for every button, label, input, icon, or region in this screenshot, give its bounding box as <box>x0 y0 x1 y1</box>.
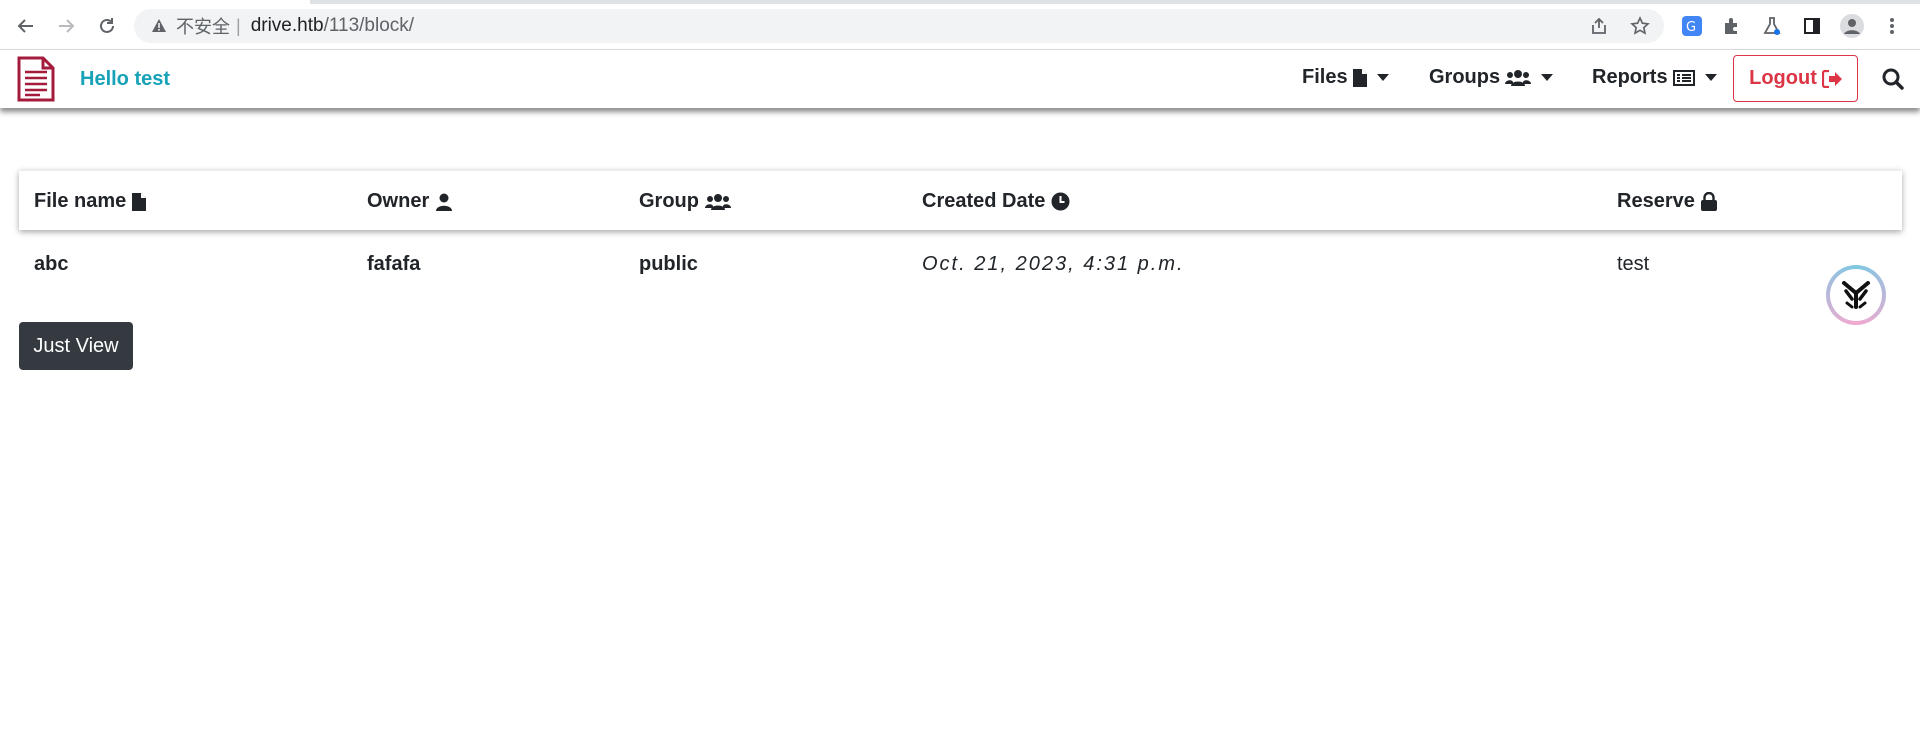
reload-icon <box>100 18 114 33</box>
header-owner-label: Owner <box>367 190 430 212</box>
chevron-down-icon <box>1704 74 1717 81</box>
cell-file-name[interactable]: abc <box>34 253 68 276</box>
site-navbar: Hello test Files Groups Reports Logout <box>0 50 1920 108</box>
file-icon <box>1352 68 1367 87</box>
user-icon <box>436 193 453 211</box>
cell-group: public <box>639 253 698 275</box>
url-path: /113/block/ <box>323 15 415 36</box>
url-host: drive.htb <box>250 15 324 36</box>
chevron-down-icon <box>1541 74 1554 81</box>
just-view-button[interactable]: Just View <box>19 322 133 370</box>
bookmark-star-icon[interactable] <box>1630 16 1650 41</box>
table-header-row: File name Owner Group Created Date Reser… <box>19 170 1902 230</box>
browser-toolbar: 不安全 | drive.htb/113/block/ G <box>0 0 1920 50</box>
brand-greeting[interactable]: Hello test <box>80 68 170 91</box>
profile-avatar-icon[interactable] <box>1838 12 1866 40</box>
logout-label: Logout <box>1749 67 1817 89</box>
side-panel-icon[interactable] <box>1798 12 1826 40</box>
logout-button[interactable]: Logout <box>1733 55 1858 102</box>
cell-reserve: test <box>1617 253 1650 275</box>
header-group-label: Group <box>639 190 699 212</box>
nav-groups-dropdown[interactable]: Groups <box>1429 66 1554 89</box>
url-text[interactable]: drive.htb/113/block/ <box>251 15 414 37</box>
chevron-down-icon <box>1376 74 1389 81</box>
lock-icon <box>1700 192 1717 211</box>
nav-groups-label: Groups <box>1429 66 1501 88</box>
header-created-date-label: Created Date <box>922 190 1046 212</box>
users-icon <box>705 193 731 210</box>
svg-text:G: G <box>1686 20 1696 35</box>
document-logo-icon[interactable] <box>16 56 56 102</box>
search-icon[interactable] <box>1882 68 1904 95</box>
assistant-floating-button[interactable] <box>1826 265 1886 325</box>
reload-button[interactable] <box>93 12 121 40</box>
tab-strip-edge <box>310 0 1920 4</box>
back-button[interactable] <box>12 12 40 40</box>
assistant-logo-icon <box>1830 269 1882 321</box>
translate-extension-icon[interactable]: G <box>1678 12 1706 40</box>
browser-menu-icon[interactable] <box>1878 12 1906 40</box>
header-created-date[interactable]: Created Date <box>922 190 1070 213</box>
labs-flask-icon[interactable] <box>1758 12 1786 40</box>
header-group[interactable]: Group <box>639 190 731 213</box>
list-alt-icon <box>1672 69 1695 86</box>
security-label[interactable]: 不安全 <box>176 13 230 39</box>
clock-icon <box>1051 192 1070 211</box>
header-file-name[interactable]: File name <box>34 190 147 213</box>
back-arrow-icon <box>17 19 33 33</box>
header-reserve-label: Reserve <box>1617 190 1695 212</box>
forward-arrow-icon <box>59 19 75 33</box>
nav-reports-label: Reports <box>1592 66 1668 88</box>
header-reserve[interactable]: Reserve <box>1617 190 1717 213</box>
cell-created-date: Oct. 21, 2023, 4:31 p.m. <box>922 253 1185 275</box>
extensions-puzzle-icon[interactable] <box>1718 12 1746 40</box>
nav-reports-dropdown[interactable]: Reports <box>1592 66 1717 89</box>
nav-files-label: Files <box>1302 66 1348 88</box>
header-owner[interactable]: Owner <box>367 190 453 213</box>
forward-button[interactable] <box>52 12 80 40</box>
address-bar[interactable]: 不安全 | drive.htb/113/block/ <box>134 9 1664 43</box>
warning-icon <box>150 17 168 35</box>
sign-out-icon <box>1821 69 1842 88</box>
nav-files-dropdown[interactable]: Files <box>1302 66 1389 89</box>
cell-owner: fafafa <box>367 253 421 275</box>
header-file-name-label: File name <box>34 190 127 212</box>
share-icon[interactable] <box>1589 16 1609 41</box>
file-icon <box>132 192 147 211</box>
users-icon <box>1505 69 1532 86</box>
security-separator: | <box>236 15 241 36</box>
